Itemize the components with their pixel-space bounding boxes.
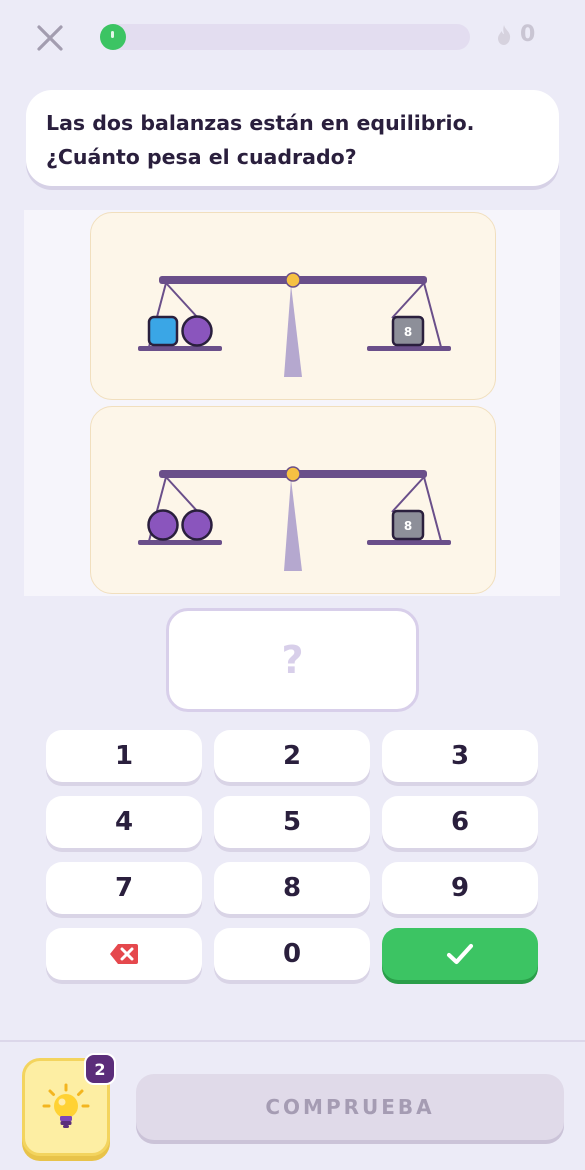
progress-bar — [100, 24, 470, 50]
circle-block — [147, 509, 179, 541]
scale-pivot — [285, 272, 301, 288]
lightbulb-icon — [42, 1083, 90, 1128]
key-0[interactable]: 0 — [214, 928, 370, 980]
circle-block — [181, 315, 213, 347]
delete-key[interactable] — [46, 928, 202, 980]
weight-label: 8 — [404, 519, 412, 533]
answer-placeholder: ? — [281, 638, 304, 682]
progress-fill — [100, 24, 126, 50]
flame-icon — [498, 24, 511, 45]
hint-count-badge: 2 — [84, 1053, 116, 1085]
key-4[interactable]: 4 — [46, 796, 202, 848]
left-pan — [138, 346, 222, 351]
key-3[interactable]: 3 — [382, 730, 538, 782]
key-7[interactable]: 7 — [46, 862, 202, 914]
balance-scale-1: 8 — [90, 212, 496, 400]
weight-label: 8 — [404, 325, 412, 339]
confirm-key[interactable] — [382, 928, 538, 980]
check-icon — [446, 943, 474, 965]
close-icon — [37, 25, 63, 51]
balance-scale-2: 8 — [90, 406, 496, 594]
streak-count: 0 — [520, 22, 536, 47]
question-text: Las dos balanzas están en equilibrio. ¿C… — [46, 111, 475, 169]
key-9[interactable]: 9 — [382, 862, 538, 914]
streak-counter: 0 — [496, 22, 535, 47]
scale-stand — [284, 285, 302, 377]
scales-panel: 8 8 — [24, 210, 560, 596]
close-button[interactable] — [30, 18, 70, 58]
key-2[interactable]: 2 — [214, 730, 370, 782]
check-button[interactable]: COMPRUEBA — [136, 1074, 564, 1140]
scale-stand — [284, 479, 302, 571]
left-pan — [138, 540, 222, 545]
key-5[interactable]: 5 — [214, 796, 370, 848]
square-block — [147, 315, 179, 347]
scale-pivot — [285, 466, 301, 482]
key-1[interactable]: 1 — [46, 730, 202, 782]
right-pan — [367, 346, 451, 351]
right-pan — [367, 540, 451, 545]
key-8[interactable]: 8 — [214, 862, 370, 914]
backspace-icon — [110, 944, 138, 964]
key-6[interactable]: 6 — [382, 796, 538, 848]
circle-block — [181, 509, 213, 541]
answer-input[interactable]: ? — [166, 608, 419, 712]
question-card: Las dos balanzas están en equilibrio. ¿C… — [26, 90, 559, 186]
